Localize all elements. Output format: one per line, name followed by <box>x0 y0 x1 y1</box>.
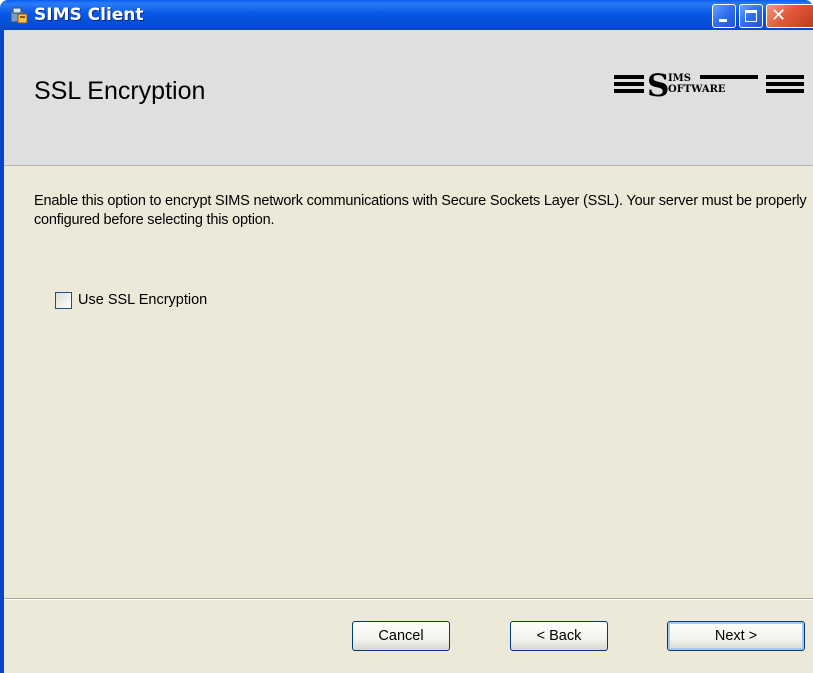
maximize-button[interactable] <box>739 4 763 28</box>
close-button[interactable]: ✕ <box>766 4 813 28</box>
cancel-button[interactable]: Cancel <box>352 621 450 651</box>
back-button[interactable]: < Back <box>510 621 608 651</box>
title-bar[interactable]: SIMS Client ✕ <box>0 0 813 30</box>
description-text: Enable this option to encrypt SIMS netwo… <box>34 193 807 228</box>
sims-software-logo: S IMS OFTWARE <box>614 68 804 104</box>
installer-app-icon <box>10 7 28 24</box>
footer-divider <box>4 598 813 600</box>
logo-stripe-mid <box>700 75 758 81</box>
logo-stripes-right <box>766 75 804 97</box>
page-title: SSL Encryption <box>34 77 206 105</box>
logo-letter: S <box>647 68 670 104</box>
dialog-body: SSL Encryption S IMS OFTWARE Enable this… <box>4 30 813 673</box>
logo-stripes-left <box>614 75 644 97</box>
ssl-encryption-label[interactable]: Use SSL Encryption <box>78 292 207 308</box>
logo-bottom-text: OFTWARE <box>668 84 726 95</box>
ssl-encryption-checkbox[interactable] <box>55 292 72 309</box>
logo-top-text: IMS <box>668 73 691 84</box>
next-button[interactable]: Next > <box>667 621 805 651</box>
maximize-icon <box>745 10 757 22</box>
window-title: SIMS Client <box>34 5 144 25</box>
minimize-button[interactable] <box>712 4 736 28</box>
header-banner: SSL Encryption S IMS OFTWARE <box>4 30 813 166</box>
minimize-icon <box>719 19 727 22</box>
installer-window: SIMS Client ✕ SSL Encryption S IMS OFTWA… <box>0 0 813 673</box>
close-icon: ✕ <box>771 5 787 26</box>
